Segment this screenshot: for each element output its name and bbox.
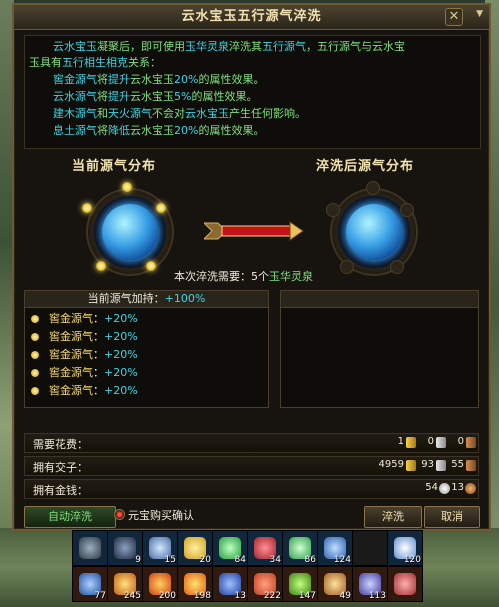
yuanbao-confirm-label[interactable]: 元宝购买确认 xyxy=(128,507,194,523)
empty-qi-slot-icon xyxy=(400,203,414,217)
qi-bullet-icon xyxy=(31,351,39,359)
owned-silver-value: 93 xyxy=(421,459,434,470)
qi-bullet-icon xyxy=(31,387,39,395)
list-item: 窖金源气：+20% xyxy=(31,311,138,327)
inventory-slot[interactable]: 113 xyxy=(352,566,388,602)
cancel-button[interactable]: 取消 xyxy=(424,506,480,528)
desc-line-4: 云水源气将提升云水宝玉5%的属性效果。 xyxy=(53,90,258,103)
inventory-slot[interactable] xyxy=(72,530,108,566)
required-silver-value: 0 xyxy=(427,436,434,447)
after-qi-panel xyxy=(280,290,479,408)
wash-button[interactable]: 淬洗 xyxy=(364,506,422,528)
list-item: 窖金源气：+20% xyxy=(31,383,138,399)
empty-qi-slot-icon xyxy=(340,260,354,274)
silver-jiaozi-icon xyxy=(436,437,446,448)
required-bronze-value: 0 xyxy=(457,436,464,447)
qi-bullet-icon xyxy=(31,315,39,323)
inventory-slot[interactable] xyxy=(387,566,423,602)
empty-qi-slot-icon xyxy=(366,181,380,195)
inventory-slot[interactable]: 120 xyxy=(387,530,423,566)
inventory-slot[interactable]: 147 xyxy=(282,566,318,602)
inventory-slot[interactable]: 198 xyxy=(177,566,213,602)
required-gold-value: 1 xyxy=(397,436,404,447)
qi-bullet-icon xyxy=(31,369,39,377)
inventory-slot[interactable] xyxy=(352,530,388,566)
desc-line-6: 息土源气将降低云水宝玉20%的属性效果。 xyxy=(53,124,265,137)
qi-dot-icon xyxy=(82,203,92,213)
after-qi-header xyxy=(281,291,478,308)
inventory-slot[interactable]: 9 xyxy=(107,530,143,566)
qi-dot-icon xyxy=(122,182,132,192)
inventory-slot[interactable]: 200 xyxy=(142,566,178,602)
owned-money-bar: 拥有金钱： 54 13 xyxy=(24,479,479,499)
auto-wash-button[interactable]: 自动淬洗 xyxy=(24,506,116,528)
qi-dot-icon xyxy=(156,203,166,213)
title-bar: 云水宝玉五行源气淬洗 ✕ ▼ xyxy=(14,5,489,30)
after-distribution-heading: 淬洗后源气分布 xyxy=(316,159,415,174)
menu-triangle-icon[interactable]: ▼ xyxy=(476,9,483,19)
money-bronze-value: 13 xyxy=(451,482,464,493)
owned-jiaozi-label: 拥有交子： xyxy=(33,461,88,474)
current-qi-header: 当前源气加持：+100% xyxy=(25,291,268,308)
owned-money-label: 拥有金钱： xyxy=(33,484,88,497)
inventory-slot[interactable]: 77 xyxy=(72,566,108,602)
owned-gold-value: 4959 xyxy=(378,459,404,470)
silver-coin-icon xyxy=(439,483,450,494)
bronze-coin-icon xyxy=(465,483,476,494)
inventory-slot[interactable]: 124 xyxy=(317,530,353,566)
silver-jiaozi-icon xyxy=(436,460,446,471)
inventory-slot[interactable]: 222 xyxy=(247,566,283,602)
inventory-slot[interactable]: 86 xyxy=(282,530,318,566)
close-button[interactable]: ✕ xyxy=(445,8,463,26)
required-cost-label: 需要花费： xyxy=(33,438,88,451)
desc-line-3: 窖金源气将提升云水宝玉20%的属性效果。 xyxy=(53,73,265,86)
yuanbao-confirm-radio[interactable] xyxy=(114,509,125,520)
jade-orb-icon xyxy=(102,204,158,260)
desc-line-2: 玉具有五行相生相克关系： xyxy=(29,56,161,69)
owned-jiaozi-bar: 拥有交子： 4959 93 55 xyxy=(24,456,479,476)
inventory-slot[interactable]: 20 xyxy=(177,530,213,566)
jade-orb-icon xyxy=(346,204,402,260)
transform-arrow-icon xyxy=(204,221,304,241)
inventory-slot[interactable]: 15 xyxy=(142,530,178,566)
inventory-slot[interactable]: 49 xyxy=(317,566,353,602)
gold-jiaozi-icon xyxy=(406,460,416,471)
wash-requirement: 本次淬洗需要：5个玉华灵泉 xyxy=(174,270,313,283)
desc-line-5: 建木源气和天火源气不会对云水宝玉产生任何影响。 xyxy=(53,107,306,120)
inventory-slot[interactable]: 34 xyxy=(247,530,283,566)
bronze-jiaozi-icon xyxy=(466,460,476,471)
close-icon: ✕ xyxy=(448,9,460,24)
inventory-slot[interactable]: 245 xyxy=(107,566,143,602)
qi-dot-icon xyxy=(96,261,106,271)
gold-jiaozi-icon xyxy=(406,437,416,448)
qi-dot-icon xyxy=(146,261,156,271)
desc-line-1: 云水宝玉凝聚后，即可使用玉华灵泉淬洗其五行源气，五行源气与云水宝 xyxy=(53,40,405,53)
wash-dialog: 云水宝玉五行源气淬洗 ✕ ▼ 云水宝玉凝聚后，即可使用玉华灵泉淬洗其五行源气，五… xyxy=(12,3,491,531)
description-box: 云水宝玉凝聚后，即可使用玉华灵泉淬洗其五行源气，五行源气与云水宝 玉具有五行相生… xyxy=(24,35,481,149)
empty-qi-slot-icon xyxy=(326,203,340,217)
required-cost-bar: 需要花费： 1 0 0 xyxy=(24,433,479,453)
empty-qi-slot-icon xyxy=(390,260,404,274)
list-item: 窖金源气：+20% xyxy=(31,347,138,363)
bronze-jiaozi-icon xyxy=(466,437,476,448)
owned-bronze-value: 55 xyxy=(451,459,464,470)
qi-bullet-icon xyxy=(31,333,39,341)
dialog-title: 云水宝玉五行源气淬洗 xyxy=(181,9,322,24)
current-distribution-heading: 当前源气分布 xyxy=(72,159,157,174)
list-item: 窖金源气：+20% xyxy=(31,365,138,381)
current-qi-panel: 当前源气加持：+100% 窖金源气：+20% 窖金源气：+20% 窖金源气：+2… xyxy=(24,290,269,408)
money-silver-value: 54 xyxy=(425,482,438,493)
list-item: 窖金源气：+20% xyxy=(31,329,138,345)
inventory-slot[interactable]: 84 xyxy=(212,530,248,566)
inventory-slot[interactable]: 13 xyxy=(212,566,248,602)
